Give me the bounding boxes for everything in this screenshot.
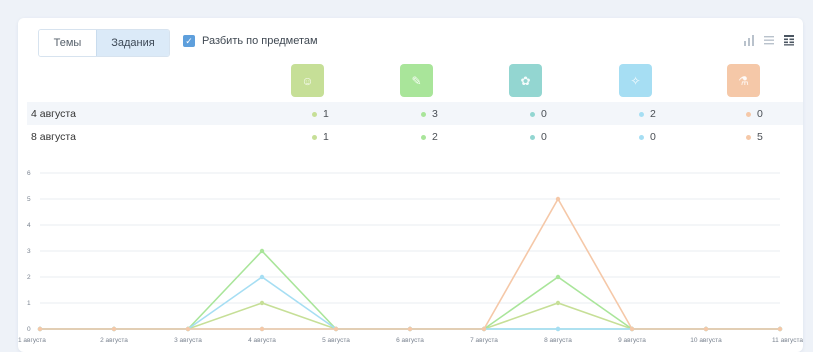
x-tick-label: 5 августа	[322, 337, 350, 344]
subject-5-icon: ⚗	[727, 64, 760, 97]
x-tick-label: 8 августа	[544, 337, 572, 344]
data-point	[629, 326, 635, 332]
y-tick-label: 6	[27, 170, 31, 177]
data-point	[481, 326, 487, 332]
data-point	[777, 326, 783, 332]
row-value: 0	[530, 108, 547, 120]
row-date: 4 августа	[31, 108, 76, 120]
data-point	[555, 300, 561, 306]
data-point	[703, 326, 709, 332]
row-value: 1	[312, 108, 329, 120]
x-tick-label: 10 августа	[690, 337, 722, 344]
row-value: 2	[639, 108, 656, 120]
mode-switch: Темы Задания	[38, 29, 170, 57]
row-date: 8 августа	[31, 131, 76, 143]
row-value: 5	[746, 131, 763, 143]
data-point	[259, 326, 265, 332]
subject-4-icon: ✧	[619, 64, 652, 97]
data-point	[37, 326, 43, 332]
series-line	[40, 197, 780, 330]
data-point	[333, 326, 339, 332]
data-point	[259, 248, 265, 254]
data-point	[407, 326, 413, 332]
x-tick-label: 9 августа	[618, 337, 646, 344]
y-tick-label: 4	[27, 222, 31, 229]
x-tick-label: 11 августа	[772, 337, 803, 344]
y-tick-label: 5	[27, 196, 31, 203]
data-point	[111, 326, 117, 332]
x-tick-label: 7 августа	[470, 337, 498, 344]
row-value: 2	[421, 131, 438, 143]
x-tick-label: 3 августа	[174, 337, 202, 344]
x-tick-label: 1 августа	[18, 337, 46, 344]
data-point	[259, 274, 265, 280]
split-by-subject-toggle[interactable]: ✓ Разбить по предметам	[183, 35, 318, 47]
x-tick-label: 2 августа	[100, 337, 128, 344]
subject-2-icon: ✎	[400, 64, 433, 97]
bar-chart-icon[interactable]	[743, 34, 755, 46]
y-tick-label: 2	[27, 274, 31, 281]
line-chart: 0 1 2 3 4 5 6 1 августа 2 августа 3 августа 4 авгу…	[18, 170, 803, 344]
data-point	[555, 196, 561, 202]
checkbox-checked-icon[interactable]: ✓	[183, 35, 195, 47]
data-point	[555, 326, 561, 332]
row-value: 1	[312, 131, 329, 143]
table-row: 8 августа 1 2 0 0 5	[27, 125, 803, 148]
view-toggles	[743, 34, 795, 46]
row-value: 0	[746, 108, 763, 120]
row-value: 0	[639, 131, 656, 143]
data-point	[185, 326, 191, 332]
x-tick-label: 4 августа	[248, 337, 276, 344]
stats-card: Темы Задания ✓ Разбить по предметам ☺ ✎ …	[18, 18, 803, 352]
list-icon[interactable]	[763, 34, 775, 46]
subject-1-icon: ☺	[291, 64, 324, 97]
table-icon[interactable]	[783, 34, 795, 46]
subject-3-icon: ✿	[509, 64, 542, 97]
y-tick-label: 0	[27, 326, 31, 333]
tab-topics[interactable]: Темы	[39, 30, 96, 56]
data-point	[555, 274, 561, 280]
series-line	[40, 249, 780, 330]
series-line	[40, 302, 780, 330]
y-tick-label: 1	[27, 300, 31, 307]
y-tick-label: 3	[27, 248, 31, 255]
x-tick-label: 6 августа	[396, 337, 424, 344]
table-row: 4 августа 1 3 0 2 0	[27, 102, 803, 125]
data-point	[259, 300, 265, 306]
split-by-subject-label: Разбить по предметам	[202, 35, 318, 47]
row-value: 3	[421, 108, 438, 120]
row-value: 0	[530, 131, 547, 143]
tab-tasks[interactable]: Задания	[96, 30, 169, 56]
